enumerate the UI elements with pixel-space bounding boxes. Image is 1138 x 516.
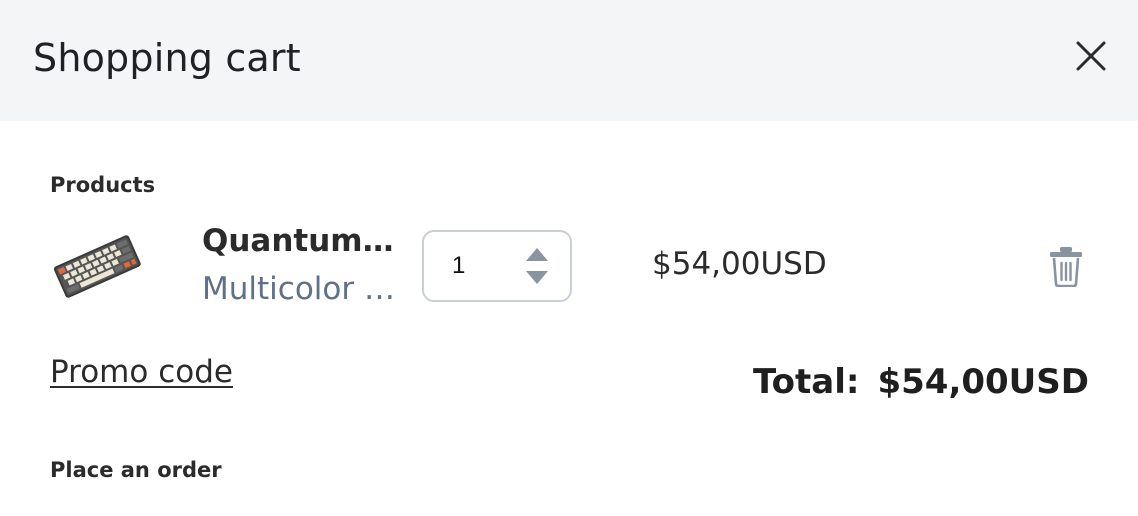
keyboard-image (53, 235, 141, 298)
close-icon (1076, 41, 1106, 71)
total-label: Total: (752, 362, 860, 402)
place-order-section-label: Place an order (50, 458, 222, 482)
close-button[interactable] (1068, 33, 1114, 79)
item-price: $54,00USD (652, 246, 827, 282)
cart-header: Shopping cart (0, 0, 1138, 121)
quantity-stepper[interactable]: 1 (422, 230, 572, 302)
page-title: Shopping cart (33, 36, 301, 80)
product-name[interactable]: QuantumB... (202, 223, 400, 259)
total-value: $54,00USD (877, 362, 1089, 402)
chevron-up-icon[interactable] (524, 246, 550, 264)
promo-code-link[interactable]: Promo code (50, 354, 233, 390)
product-variant: Multicolor /... (202, 271, 400, 307)
products-section-label: Products (50, 173, 156, 197)
order-total: Total: $54,00USD (753, 362, 1089, 402)
trash-icon[interactable] (1047, 245, 1085, 287)
chevron-down-icon[interactable] (524, 268, 550, 286)
quantity-value[interactable]: 1 (452, 252, 465, 280)
